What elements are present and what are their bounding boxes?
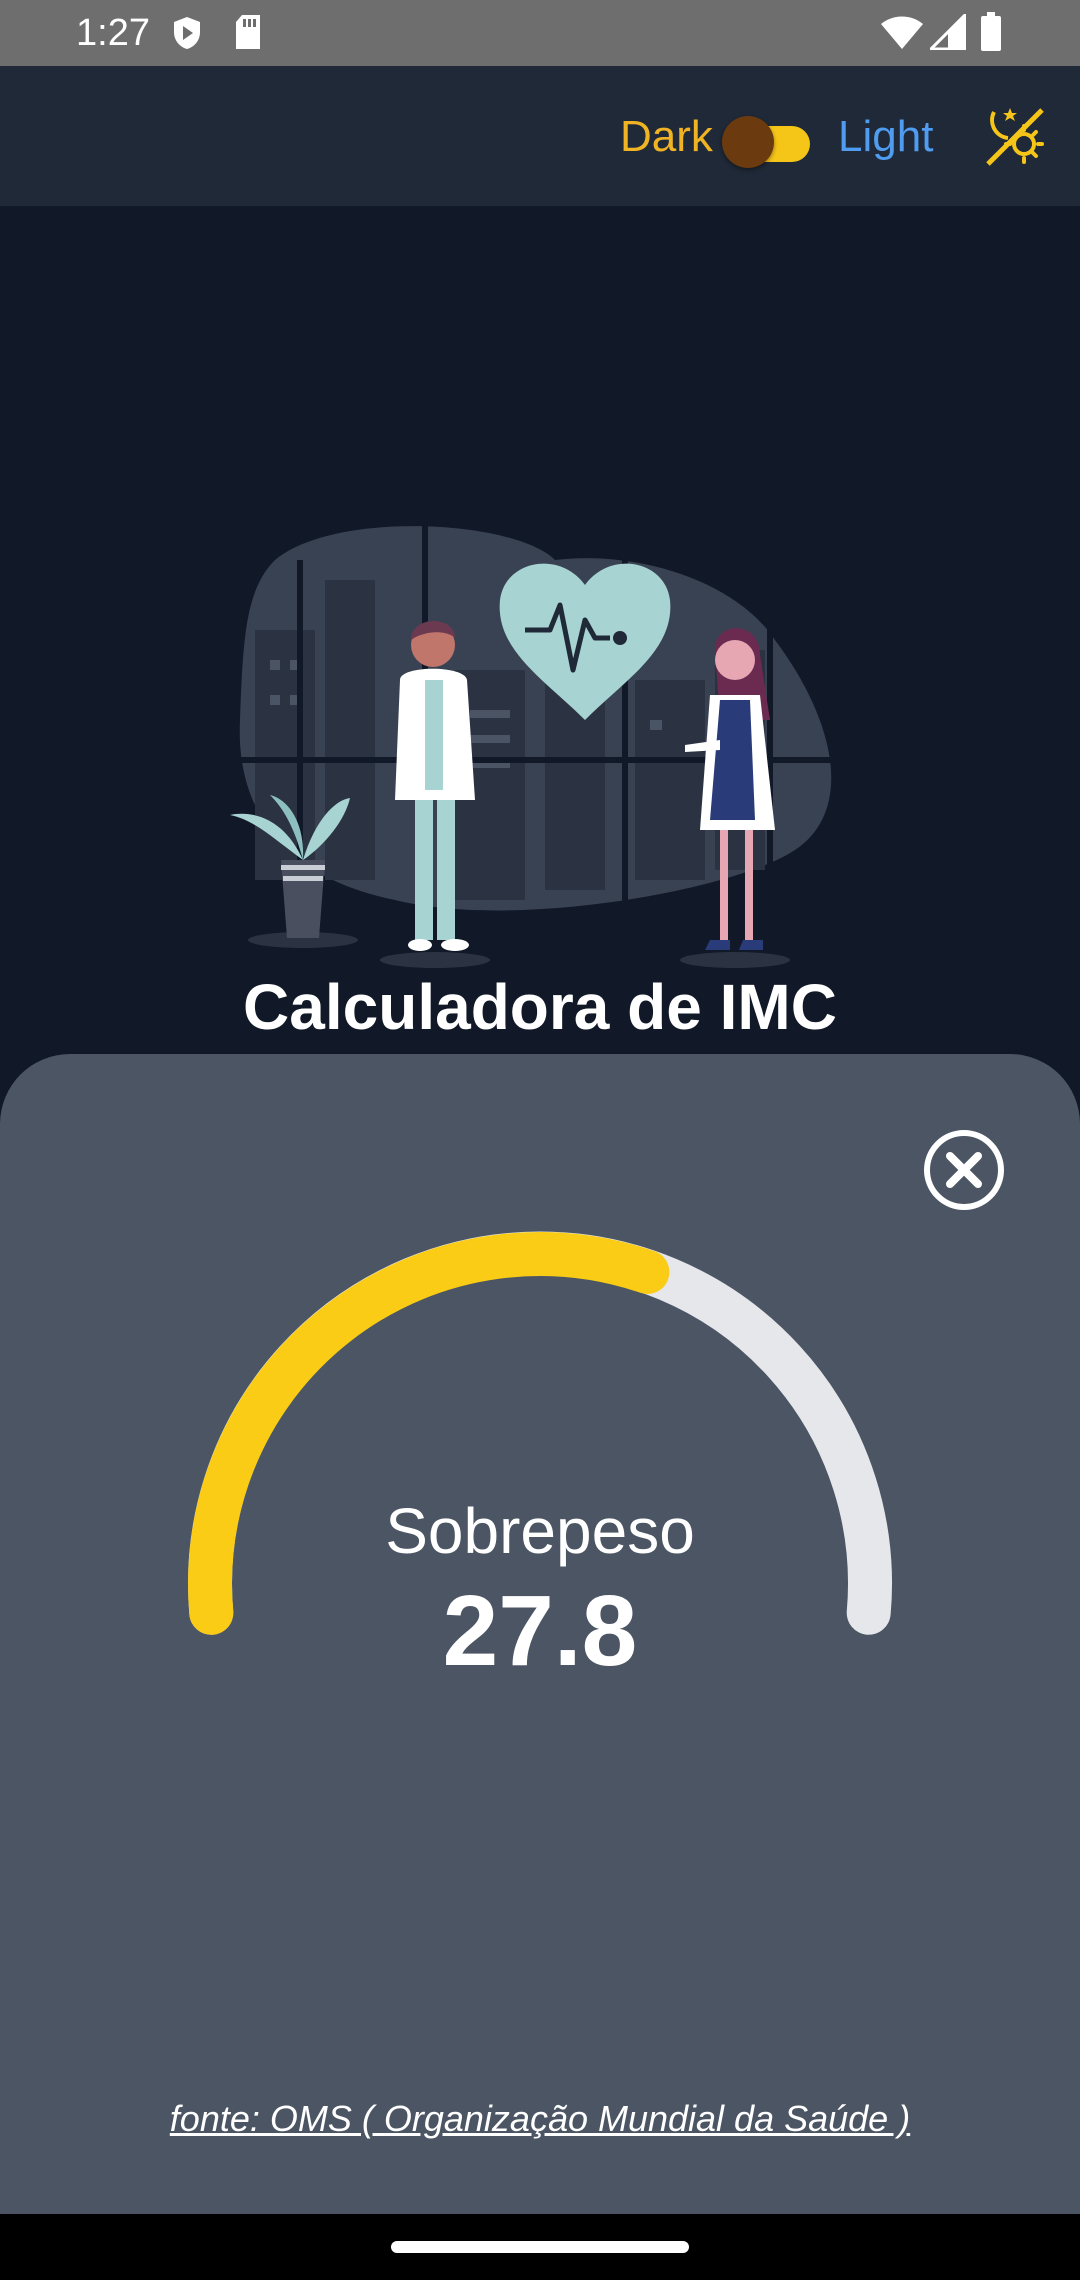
status-bar: 1:27 [0,0,1080,66]
source-link[interactable]: fonte: OMS ( Organização Mundial da Saúd… [0,2098,1080,2140]
dark-mode-label: Dark [620,112,713,161]
status-time: 1:27 [76,12,150,54]
shield-play-icon [174,17,200,49]
theme-toggle[interactable] [722,110,810,168]
wifi-icon [881,16,923,49]
light-mode-label: Light [838,112,934,161]
sd-card-icon [236,15,260,49]
bmi-category: Sobrepeso [385,1495,695,1567]
bmi-value: 27.8 [442,1575,638,1687]
close-icon[interactable] [922,1128,1006,1212]
doctors-illustration [230,520,855,968]
app-bar: Dark Light [0,66,1080,206]
battery-icon [981,12,1001,51]
home-handle[interactable] [391,2241,689,2253]
page-title: Calculadora de IMC [243,971,837,1043]
sun-moon-icon[interactable] [980,102,1050,172]
navigation-bar [0,2214,1080,2280]
toggle-thumb[interactable] [722,116,774,168]
signal-icon [930,14,966,50]
result-sheet: Sobrepeso 27.8 fonte: OMS ( Organização … [0,1054,1080,2214]
